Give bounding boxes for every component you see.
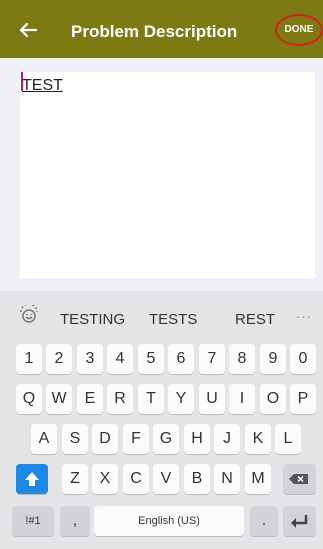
period-key[interactable]: . — [250, 506, 278, 536]
key-f[interactable]: F — [123, 424, 149, 454]
key-n[interactable]: N — [214, 464, 240, 494]
number-row: 1 2 3 4 5 6 7 8 9 0 — [0, 339, 323, 379]
done-label: DONE — [284, 24, 314, 35]
space-key[interactable]: English (US) — [94, 506, 244, 536]
done-button[interactable]: DONE — [275, 14, 323, 46]
key-i[interactable]: I — [229, 384, 255, 414]
backspace-key[interactable] — [283, 464, 316, 494]
page-title: Problem Description — [71, 22, 238, 41]
key-b[interactable]: B — [184, 464, 210, 494]
key-2[interactable]: 2 — [46, 344, 72, 374]
key-w[interactable]: W — [46, 384, 72, 414]
key-r[interactable]: R — [107, 384, 133, 414]
key-q[interactable]: Q — [16, 384, 42, 414]
key-x[interactable]: X — [92, 464, 118, 494]
key-j[interactable]: J — [214, 424, 240, 454]
key-e[interactable]: E — [77, 384, 103, 414]
comma-key[interactable]: , — [60, 506, 90, 536]
key-g[interactable]: G — [153, 424, 179, 454]
key-a[interactable]: A — [31, 424, 57, 454]
shift-key[interactable] — [16, 464, 48, 494]
key-l[interactable]: L — [275, 424, 301, 454]
key-p[interactable]: P — [290, 384, 316, 414]
key-o[interactable]: O — [260, 384, 286, 414]
letter-row-2: A S D F G H J K L — [0, 419, 323, 459]
description-text: TEST — [22, 77, 63, 94]
key-d[interactable]: D — [92, 424, 118, 454]
key-h[interactable]: H — [184, 424, 210, 454]
key-t[interactable]: T — [138, 384, 164, 414]
key-y[interactable]: Y — [168, 384, 194, 414]
arrow-left-icon — [19, 22, 38, 38]
key-c[interactable]: C — [123, 464, 149, 494]
letter-row-1: Q W E R T Y U I O P — [0, 379, 323, 419]
content-area: TEST — [0, 58, 323, 291]
suggestion-1[interactable]: TESTING — [60, 311, 125, 328]
emoji-icon[interactable] — [18, 303, 40, 325]
app-bar: Problem Description DONE — [0, 0, 323, 58]
letter-row-3: Z X C V B N M — [0, 459, 323, 499]
key-k[interactable]: K — [245, 424, 271, 454]
key-0[interactable]: 0 — [290, 344, 316, 374]
backspace-icon — [289, 474, 308, 484]
key-4[interactable]: 4 — [107, 344, 133, 374]
bottom-row: !#1 , English (US) . — [0, 501, 323, 541]
more-suggestions-icon[interactable]: ··· — [296, 309, 312, 324]
shift-icon — [25, 472, 39, 486]
key-v[interactable]: V — [153, 464, 179, 494]
key-6[interactable]: 6 — [168, 344, 194, 374]
key-8[interactable]: 8 — [229, 344, 255, 374]
key-5[interactable]: 5 — [138, 344, 164, 374]
enter-key[interactable] — [283, 506, 316, 536]
key-m[interactable]: M — [245, 464, 271, 494]
key-u[interactable]: U — [199, 384, 225, 414]
suggestion-2[interactable]: TESTS — [149, 311, 197, 328]
suggestion-3[interactable]: REST — [235, 311, 275, 328]
key-7[interactable]: 7 — [199, 344, 225, 374]
suggestion-bar: TESTING TESTS REST ··· — [0, 291, 323, 339]
key-3[interactable]: 3 — [77, 344, 103, 374]
key-1[interactable]: 1 — [16, 344, 42, 374]
keyboard: TESTING TESTS REST ··· 1 2 3 4 5 6 7 8 9… — [0, 291, 323, 549]
key-z[interactable]: Z — [62, 464, 88, 494]
back-button[interactable] — [14, 16, 42, 44]
symbols-key[interactable]: !#1 — [12, 506, 54, 536]
description-input[interactable]: TEST — [20, 72, 315, 278]
key-s[interactable]: S — [62, 424, 88, 454]
enter-icon — [291, 515, 308, 528]
key-9[interactable]: 9 — [260, 344, 286, 374]
